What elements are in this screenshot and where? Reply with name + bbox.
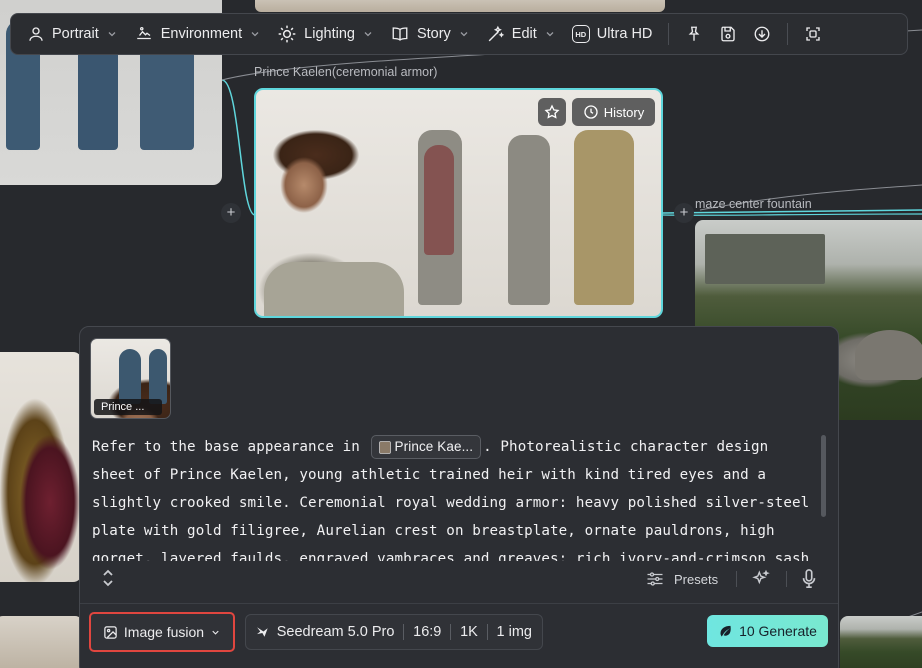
user-icon xyxy=(29,27,43,41)
expand-collapse-icon[interactable] xyxy=(101,568,115,588)
chevron-down-icon xyxy=(546,32,554,37)
seedream-logo-icon xyxy=(257,627,268,637)
favorite-button[interactable] xyxy=(538,98,566,126)
reference-image-caption: Prince ... xyxy=(94,399,162,415)
ultra-hd-button[interactable]: HD Ultra HD xyxy=(564,18,661,50)
history-icon xyxy=(584,105,598,119)
actions-divider xyxy=(736,571,737,587)
resolution: 1K xyxy=(460,624,478,640)
star-icon xyxy=(544,104,560,119)
figure-shape xyxy=(508,135,550,305)
chevron-down-icon xyxy=(251,32,259,37)
generation-settings-bar: Image fusion Seedream 5.0 Pro 16:9 1K 1 … xyxy=(80,610,838,656)
figure-shape xyxy=(574,130,634,305)
toolbar-divider xyxy=(668,23,670,45)
toolbar-divider xyxy=(787,23,789,45)
magic-wand-icon xyxy=(488,25,505,41)
prompt-text-before: Refer to the base appearance in xyxy=(92,439,369,455)
main-node-label: Prince Kaelen(ceremonial armor) xyxy=(254,65,438,79)
save-button[interactable] xyxy=(711,18,745,50)
add-input-button[interactable]: + xyxy=(221,203,241,223)
model-name: Seedream 5.0 Pro xyxy=(276,624,395,640)
add-output-button[interactable]: + xyxy=(674,203,694,223)
sparkle-icon[interactable] xyxy=(751,569,771,589)
pin-button[interactable] xyxy=(677,18,711,50)
prompt-panel: Prince ... Refer to the base appearance … xyxy=(79,326,839,668)
image-node-bottom-left[interactable] xyxy=(0,616,83,668)
settings-separator xyxy=(486,624,488,640)
maze-node-label: maze center fountain xyxy=(695,197,812,211)
chevron-down-icon xyxy=(460,32,468,37)
download-button[interactable] xyxy=(745,18,779,50)
chevron-down-icon xyxy=(212,630,219,635)
chevron-down-icon xyxy=(108,32,116,37)
king-image-node[interactable] xyxy=(0,352,82,582)
sliders-icon xyxy=(647,572,663,586)
reference-chip[interactable]: Prince Kae... xyxy=(370,435,482,459)
panel-divider xyxy=(80,603,838,604)
history-button[interactable]: History xyxy=(572,98,655,126)
image-fusion-label: Image fusion xyxy=(123,624,205,640)
environment-label: Environment xyxy=(160,26,243,42)
book-icon xyxy=(392,27,408,41)
ultra-hd-label: Ultra HD xyxy=(596,26,653,42)
settings-separator xyxy=(403,624,405,640)
figure-shape xyxy=(119,349,141,404)
prompt-actions-row: Presets xyxy=(80,565,838,593)
image-ref-icon xyxy=(378,440,391,454)
prompt-textarea[interactable]: Refer to the base appearance in Prince K… xyxy=(92,433,812,561)
pin-icon xyxy=(689,26,700,41)
image-count: 1 img xyxy=(496,624,532,640)
castle-shape xyxy=(705,234,825,284)
generate-label: 10 Generate xyxy=(739,623,817,639)
reference-chip-label: Prince Kae... xyxy=(394,439,474,454)
download-icon xyxy=(754,26,770,42)
image-node-top-strip[interactable] xyxy=(255,0,665,12)
portrait-label: Portrait xyxy=(52,26,99,42)
generate-button[interactable]: 10 Generate xyxy=(707,615,828,647)
fountain-shape xyxy=(855,330,922,380)
figure-shape xyxy=(424,145,454,255)
story-dropdown[interactable]: Story xyxy=(382,18,478,50)
chevron-down-icon xyxy=(364,32,372,37)
image-icon xyxy=(104,625,117,639)
settings-separator xyxy=(450,624,452,640)
figure-shape xyxy=(149,349,167,404)
model-settings-button[interactable]: Seedream 5.0 Pro 16:9 1K 1 img xyxy=(245,614,543,650)
prince-kaelen-image-node[interactable]: History xyxy=(254,88,663,318)
node-canvas[interactable]: maze center fountain Prince Kaelen(cerem… xyxy=(0,0,922,668)
story-label: Story xyxy=(416,26,451,42)
hd-icon: HD xyxy=(571,25,590,43)
fit-screen-icon xyxy=(806,27,821,41)
fit-view-button[interactable] xyxy=(796,18,830,50)
environment-dropdown[interactable]: Environment xyxy=(126,18,269,50)
credits-leaf-icon xyxy=(720,625,731,636)
aspect-ratio: 16:9 xyxy=(413,624,442,640)
portrait-dropdown[interactable]: Portrait xyxy=(19,18,126,50)
image-fusion-dropdown[interactable]: Image fusion xyxy=(89,612,235,652)
portrait-bust-shape xyxy=(264,262,404,316)
image-node-bottom-right[interactable] xyxy=(840,616,922,668)
presets-button[interactable]: Presets xyxy=(646,567,718,591)
prompt-scrollbar[interactable] xyxy=(821,435,826,517)
history-label: History xyxy=(603,104,645,120)
edit-dropdown[interactable]: Edit xyxy=(478,18,564,50)
top-toolbar: Portrait Environment Lighting Story Edit… xyxy=(10,13,908,55)
sun-icon xyxy=(278,25,296,43)
reference-image-thumbnail[interactable]: Prince ... xyxy=(90,338,171,419)
lighting-dropdown[interactable]: Lighting xyxy=(269,18,382,50)
save-icon xyxy=(721,26,736,42)
edit-label: Edit xyxy=(511,26,537,42)
landscape-icon xyxy=(137,26,151,40)
actions-divider xyxy=(786,571,787,587)
presets-label: Presets xyxy=(674,571,719,587)
microphone-icon[interactable] xyxy=(801,569,817,589)
lighting-label: Lighting xyxy=(304,26,355,42)
